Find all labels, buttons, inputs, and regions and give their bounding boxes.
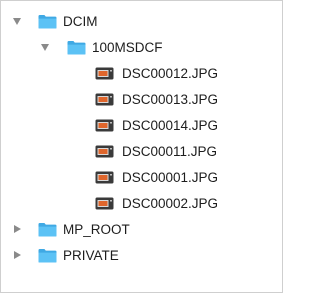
tree-row-100msdcf[interactable]: 100MSDCF [1,36,282,60]
tree-item-label: PRIVATE [63,248,119,263]
disclosure-triangle-expanded-icon[interactable] [41,44,49,51]
jpeg-file-icon [95,93,114,106]
file-row[interactable]: DSC00013.JPG [1,88,282,112]
jpeg-file-icon [95,197,114,210]
folder-icon [67,40,86,55]
file-name: DSC00011.JPG [122,144,218,159]
tree-item-label: 100MSDCF [92,40,163,55]
jpeg-file-icon [95,119,114,132]
file-row[interactable]: DSC00002.JPG [1,192,282,216]
folder-icon [38,222,57,237]
file-name: DSC00013.JPG [122,92,219,107]
jpeg-file-icon [95,171,114,184]
tree-item-label: DCIM [63,14,98,29]
jpeg-file-icon [95,145,114,158]
file-name: DSC00002.JPG [122,196,219,211]
file-row[interactable]: DSC00012.JPG [1,62,282,86]
file-row[interactable]: DSC00011.JPG [1,140,282,164]
disclosure-triangle-collapsed-icon[interactable] [14,224,21,233]
file-tree: DCIM 100MSDCF DSC00012.JPG DSC00013.JPG … [0,0,283,293]
jpeg-file-icon [95,67,114,80]
file-name: DSC00014.JPG [122,118,219,133]
tree-row-mp-root[interactable]: MP_ROOT [1,218,282,242]
folder-icon [38,248,57,263]
file-name: DSC00001.JPG [122,170,219,185]
disclosure-triangle-expanded-icon[interactable] [13,18,21,25]
tree-row-private[interactable]: PRIVATE [1,244,282,268]
file-name: DSC00012.JPG [122,66,219,81]
tree-row-dcim[interactable]: DCIM [1,10,282,34]
disclosure-triangle-collapsed-icon[interactable] [14,250,21,259]
file-row[interactable]: DSC00001.JPG [1,166,282,190]
folder-icon [38,14,57,29]
file-row[interactable]: DSC00014.JPG [1,114,282,138]
tree-item-label: MP_ROOT [63,222,130,237]
